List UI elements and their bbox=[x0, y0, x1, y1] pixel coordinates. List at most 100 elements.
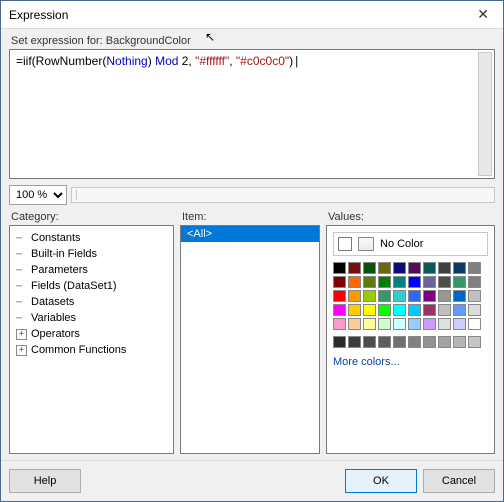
color-swatch[interactable] bbox=[348, 262, 361, 274]
gray-swatch[interactable] bbox=[468, 336, 481, 348]
more-colors-link[interactable]: More colors... bbox=[333, 356, 488, 368]
color-swatch[interactable] bbox=[333, 276, 346, 288]
color-swatch[interactable] bbox=[423, 262, 436, 274]
color-swatch[interactable] bbox=[438, 290, 451, 302]
color-swatch[interactable] bbox=[348, 290, 361, 302]
color-swatch[interactable] bbox=[408, 304, 421, 316]
color-swatch[interactable] bbox=[393, 304, 406, 316]
category-built-in-fields[interactable]: ⋯Built-in Fields bbox=[12, 246, 171, 262]
expression-input[interactable]: =iif(RowNumber(Nothing) Mod 2, "#ffffff"… bbox=[9, 49, 495, 179]
no-color-row[interactable]: No Color bbox=[333, 232, 488, 256]
values-heading: Values: bbox=[326, 211, 495, 225]
color-swatch[interactable] bbox=[333, 304, 346, 316]
color-swatch[interactable] bbox=[408, 318, 421, 330]
gray-swatch[interactable] bbox=[363, 336, 376, 348]
color-swatch[interactable] bbox=[438, 304, 451, 316]
color-swatch[interactable] bbox=[468, 290, 481, 302]
color-swatch[interactable] bbox=[423, 276, 436, 288]
category-label: Fields (DataSet1) bbox=[31, 280, 117, 292]
gray-swatch[interactable] bbox=[423, 336, 436, 348]
gray-swatch[interactable] bbox=[333, 336, 346, 348]
horizontal-scrollbar[interactable] bbox=[71, 187, 495, 203]
tree-connector-icon: ⋯ bbox=[16, 297, 31, 308]
close-icon[interactable]: ✕ bbox=[471, 6, 495, 23]
ok-button[interactable]: OK bbox=[345, 469, 417, 493]
gray-swatch[interactable] bbox=[408, 336, 421, 348]
color-swatch[interactable] bbox=[408, 262, 421, 274]
category-variables[interactable]: ⋯Variables bbox=[12, 310, 171, 326]
color-swatch[interactable] bbox=[363, 318, 376, 330]
tree-connector-icon: ⋯ bbox=[16, 233, 31, 244]
color-swatch[interactable] bbox=[408, 276, 421, 288]
gray-swatch[interactable] bbox=[453, 336, 466, 348]
color-swatch[interactable] bbox=[453, 262, 466, 274]
category-label: Common Functions bbox=[31, 344, 126, 356]
help-button[interactable]: Help bbox=[9, 469, 81, 493]
color-swatch-grid bbox=[333, 262, 488, 330]
tree-connector-icon: ⋯ bbox=[16, 249, 31, 260]
color-swatch[interactable] bbox=[348, 318, 361, 330]
color-swatch[interactable] bbox=[453, 304, 466, 316]
category-common-functions[interactable]: + Common Functions bbox=[12, 342, 171, 358]
color-swatch[interactable] bbox=[333, 318, 346, 330]
gray-swatch[interactable] bbox=[348, 336, 361, 348]
color-swatch[interactable] bbox=[348, 276, 361, 288]
tree-connector-icon: ⋯ bbox=[16, 281, 31, 292]
color-swatch[interactable] bbox=[393, 318, 406, 330]
category-fields-dataset1-[interactable]: ⋯Fields (DataSet1) bbox=[12, 278, 171, 294]
color-swatch[interactable] bbox=[453, 290, 466, 302]
color-swatch[interactable] bbox=[468, 304, 481, 316]
color-swatch[interactable] bbox=[363, 290, 376, 302]
color-swatch[interactable] bbox=[423, 318, 436, 330]
color-swatch[interactable] bbox=[423, 304, 436, 316]
color-swatch[interactable] bbox=[378, 290, 391, 302]
expression-dialog: Expression ✕ ↖ Set expression for: Backg… bbox=[0, 0, 504, 502]
color-swatch[interactable] bbox=[378, 262, 391, 274]
color-swatch[interactable] bbox=[378, 318, 391, 330]
zoom-select[interactable]: 100 % bbox=[9, 185, 67, 205]
gray-swatch[interactable] bbox=[393, 336, 406, 348]
color-swatch[interactable] bbox=[453, 318, 466, 330]
color-swatch[interactable] bbox=[363, 304, 376, 316]
item-list[interactable]: <All> bbox=[180, 225, 320, 454]
cancel-button[interactable]: Cancel bbox=[423, 469, 495, 493]
color-swatch[interactable] bbox=[393, 262, 406, 274]
category-operators[interactable]: + Operators bbox=[12, 326, 171, 342]
color-swatch[interactable] bbox=[423, 290, 436, 302]
category-constants[interactable]: ⋯Constants bbox=[12, 230, 171, 246]
color-swatch[interactable] bbox=[468, 276, 481, 288]
color-swatch[interactable] bbox=[378, 276, 391, 288]
color-swatch[interactable] bbox=[363, 262, 376, 274]
color-swatch[interactable] bbox=[438, 262, 451, 274]
color-swatch[interactable] bbox=[348, 304, 361, 316]
gray-swatch[interactable] bbox=[378, 336, 391, 348]
color-swatch[interactable] bbox=[408, 290, 421, 302]
color-swatch[interactable] bbox=[393, 276, 406, 288]
color-swatch[interactable] bbox=[438, 276, 451, 288]
item-all[interactable]: <All> bbox=[181, 226, 319, 242]
color-swatch[interactable] bbox=[453, 276, 466, 288]
tree-connector-icon: ⋯ bbox=[16, 313, 31, 324]
gray-swatch[interactable] bbox=[438, 336, 451, 348]
category-tree[interactable]: ⋯Constants⋯Built-in Fields⋯Parameters⋯Fi… bbox=[9, 225, 174, 454]
expand-plus-icon[interactable]: + bbox=[16, 329, 27, 340]
category-label: Operators bbox=[31, 328, 80, 340]
color-swatch[interactable] bbox=[378, 304, 391, 316]
color-swatch[interactable] bbox=[438, 318, 451, 330]
category-datasets[interactable]: ⋯Datasets bbox=[12, 294, 171, 310]
no-color-checkbox[interactable] bbox=[338, 237, 352, 251]
category-label: Built-in Fields bbox=[31, 248, 97, 260]
values-panel: No Color More colors... bbox=[326, 225, 495, 454]
category-parameters[interactable]: ⋯Parameters bbox=[12, 262, 171, 278]
color-swatch[interactable] bbox=[393, 290, 406, 302]
color-swatch[interactable] bbox=[333, 262, 346, 274]
color-swatch[interactable] bbox=[363, 276, 376, 288]
expand-plus-icon[interactable]: + bbox=[16, 345, 27, 356]
color-swatch[interactable] bbox=[468, 262, 481, 274]
set-expression-label: Set expression for: BackgroundColor bbox=[1, 29, 503, 49]
color-swatch[interactable] bbox=[333, 290, 346, 302]
color-swatch[interactable] bbox=[468, 318, 481, 330]
category-label: Parameters bbox=[31, 264, 88, 276]
gray-swatch-row bbox=[333, 336, 488, 348]
no-color-swatch-icon bbox=[358, 237, 374, 251]
